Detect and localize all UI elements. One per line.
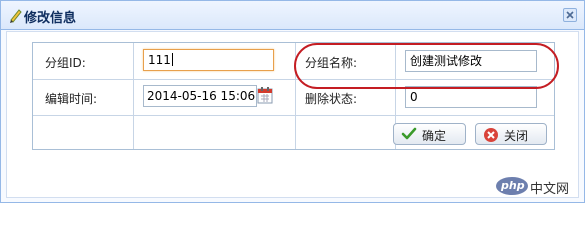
confirm-button[interactable]: 确定 — [393, 123, 466, 145]
site-watermark: php 中文网 — [496, 175, 580, 197]
group-name-highlight — [294, 43, 559, 89]
edit-time-value: 2014-05-16 15:06:1 — [147, 89, 257, 103]
edit-dialog: 修改信息 分组ID: 111 分组名称: 创建测试修改 编辑时间: 2014-0… — [0, 0, 585, 203]
php-logo: php — [496, 177, 528, 195]
group-id-input[interactable]: 111 — [143, 49, 274, 71]
close-button[interactable]: 关闭 — [475, 123, 547, 145]
close-button-label: 关闭 — [504, 129, 529, 143]
table-divider — [133, 43, 134, 149]
delete-status-value: 0 — [410, 90, 418, 104]
watermark-text: 中文网 — [530, 182, 570, 197]
confirm-button-label: 确定 — [422, 129, 447, 143]
delete-status-input[interactable]: 0 — [405, 86, 537, 108]
dialog-body: 分组ID: 111 分组名称: 创建测试修改 编辑时间: 2014-05-16 … — [6, 31, 579, 198]
group-id-label: 分组ID: — [45, 56, 86, 70]
edit-time-input[interactable]: 2014-05-16 15:06:1 — [143, 85, 257, 107]
edit-time-label: 编辑时间: — [45, 92, 98, 106]
delete-status-label: 删除状态: — [305, 92, 358, 106]
group-id-value: 111 — [148, 53, 171, 67]
close-icon[interactable] — [563, 8, 577, 22]
checkmark-icon — [401, 127, 417, 140]
dialog-title: 修改信息 — [24, 11, 77, 26]
dialog-title-bar[interactable]: 修改信息 — [1, 1, 584, 30]
calendar-icon[interactable] — [257, 87, 273, 104]
table-divider — [33, 115, 554, 116]
cancel-icon — [484, 128, 498, 142]
pencil-icon — [10, 9, 22, 23]
